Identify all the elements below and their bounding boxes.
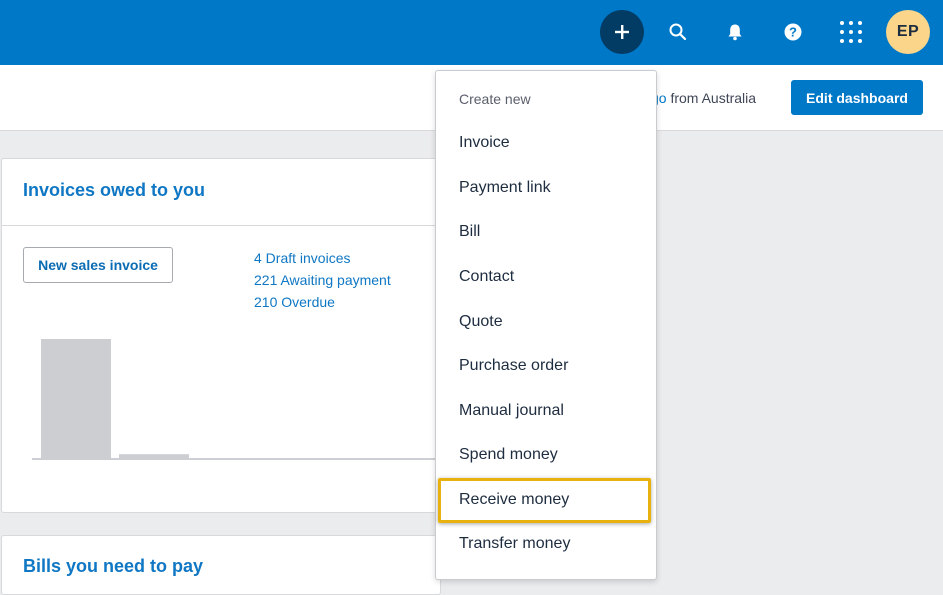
invoices-bar-chart: Older 13-19 Oct This week 27 Oct-2 Nov 3-9 N… <box>32 334 442 469</box>
user-avatar[interactable]: EP <box>886 10 930 54</box>
chart-svg: Older 13-19 Oct This week 27 Oct-2 Nov 3-9 N… <box>32 339 437 469</box>
bills-to-pay-card: Bills you need to pay <box>1 535 441 595</box>
help-icon: ? <box>784 23 802 41</box>
chart-tick-label-3: 27 Oct-2 Nov <box>272 467 349 469</box>
apps-button[interactable] <box>829 10 873 54</box>
invoices-card-title[interactable]: Invoices owed to you <box>23 180 205 201</box>
chart-tick-label-2: This week <box>203 467 262 469</box>
menu-item-contact[interactable]: Contact <box>459 268 514 286</box>
menu-item-invoice[interactable]: Invoice <box>459 134 510 152</box>
chart-bar-0[interactable] <box>41 339 111 459</box>
menu-item-transfer-money[interactable]: Transfer money <box>459 535 570 553</box>
help-button[interactable]: ? <box>771 10 815 54</box>
menu-item-bill[interactable]: Bill <box>459 223 480 241</box>
awaiting-payment-link[interactable]: 221 Awaiting payment <box>254 272 391 294</box>
top-nav-bar: ? EP <box>0 0 943 65</box>
draft-invoices-link[interactable]: 4 Draft invoices <box>254 250 391 272</box>
menu-item-spend-money[interactable]: Spend money <box>459 446 558 464</box>
chart-tick-label-4: 3-9 Nov <box>365 467 411 469</box>
menu-item-payment-link[interactable]: Payment link <box>459 179 551 197</box>
menu-item-purchase-order[interactable]: Purchase order <box>459 357 568 375</box>
card-divider <box>2 225 440 226</box>
menu-item-receive-money[interactable]: Receive money <box>459 491 569 509</box>
menu-heading: Create new <box>459 91 531 107</box>
search-icon <box>669 23 687 41</box>
search-button[interactable] <box>656 10 700 54</box>
new-sales-invoice-button[interactable]: New sales invoice <box>23 247 173 283</box>
chart-bar-1[interactable] <box>119 454 189 459</box>
invoices-owed-card: Invoices owed to you New sales invoice 4… <box>1 158 441 513</box>
chart-tick-label-0: Older <box>60 467 92 469</box>
edit-dashboard-button[interactable]: Edit dashboard <box>791 80 923 115</box>
bell-icon <box>728 24 742 41</box>
notifications-button[interactable] <box>713 10 757 54</box>
organisation-region: from Australia <box>666 90 757 106</box>
overdue-link[interactable]: 210 Overdue <box>254 294 391 316</box>
create-new-button[interactable] <box>600 10 644 54</box>
apps-grid-icon <box>840 21 862 43</box>
invoice-summary-links: 4 Draft invoices 221 Awaiting payment 21… <box>254 250 391 316</box>
plus-icon <box>615 25 629 39</box>
svg-text:?: ? <box>789 25 797 40</box>
menu-item-manual-journal[interactable]: Manual journal <box>459 402 564 420</box>
create-new-menu: Create new Invoice Payment link Bill Con… <box>435 70 657 580</box>
chart-tick-label-1: 13-19 Oct <box>125 467 182 469</box>
menu-item-quote[interactable]: Quote <box>459 313 503 331</box>
organisation-info: go from Australia <box>651 90 756 106</box>
